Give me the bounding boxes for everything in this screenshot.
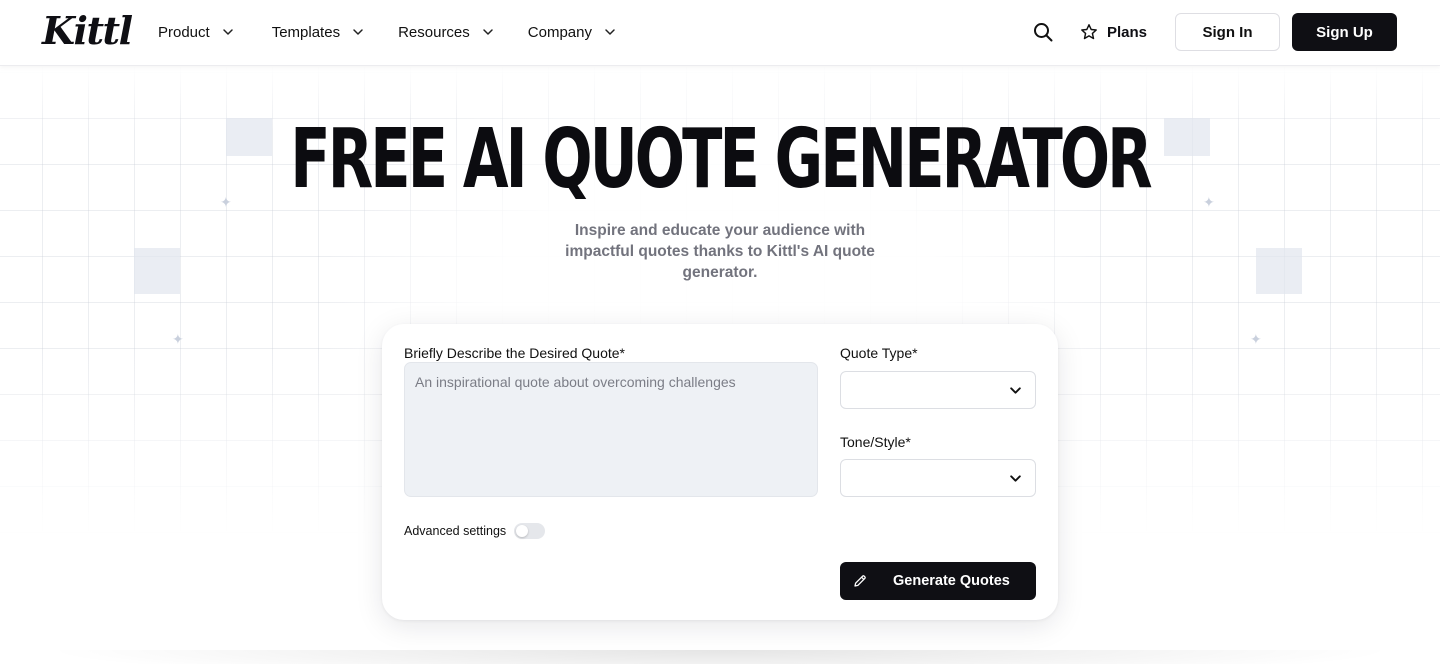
quote-type-select[interactable]: [840, 371, 1036, 409]
nav-item-resources[interactable]: Resources: [398, 24, 494, 41]
header-actions: Plans Sign In Sign Up: [1032, 12, 1397, 52]
chevron-down-icon: [483, 29, 493, 35]
page-title: FREE AI QUOTE GENERATOR: [290, 112, 1152, 207]
pencil-icon: [854, 575, 866, 587]
site-header: Kittl Product Templates Resources Compan…: [0, 0, 1440, 66]
nav-item-product[interactable]: Product: [158, 24, 234, 41]
tone-style-select[interactable]: [840, 459, 1036, 497]
chevron-down-icon: [353, 29, 363, 35]
description-label: Briefly Describe the Desired Quote*: [404, 345, 625, 361]
nav-item-label: Company: [527, 23, 592, 41]
chevron-down-icon: [605, 29, 615, 35]
advanced-settings: Advanced settings: [404, 523, 546, 539]
plans-label: Plans: [1106, 23, 1147, 41]
nav-item-label: Resources: [398, 23, 470, 41]
nav-item-templates[interactable]: Templates: [272, 24, 364, 41]
sparkle-icon: ✦: [1250, 331, 1262, 347]
star-icon: [1081, 24, 1097, 40]
description-input[interactable]: [404, 362, 818, 497]
chevron-down-icon: [1010, 475, 1021, 482]
search-icon[interactable]: [1032, 21, 1054, 43]
advanced-settings-label: Advanced settings: [404, 524, 507, 538]
quote-type-label: Quote Type*: [840, 345, 918, 361]
chevron-down-icon: [1010, 387, 1021, 394]
quote-generator-form: Briefly Describe the Desired Quote* Quot…: [382, 324, 1058, 620]
sign-up-button[interactable]: Sign Up: [1292, 13, 1397, 51]
kittl-logo[interactable]: Kittl: [42, 8, 133, 53]
toggle-knob: [516, 525, 529, 537]
nav-item-company[interactable]: Company: [528, 24, 616, 41]
chevron-down-icon: [222, 29, 233, 35]
sign-in-button[interactable]: Sign In: [1175, 13, 1280, 51]
sparkle-icon: ✦: [172, 331, 184, 347]
nav-item-label: Product: [158, 23, 210, 41]
tone-style-label: Tone/Style*: [840, 434, 911, 450]
main-nav: Product Templates Resources Company: [158, 0, 650, 64]
advanced-settings-toggle[interactable]: [514, 523, 546, 539]
section-divider-shadow: [40, 650, 1400, 664]
hero-subtitle: Inspire and educate your audience with i…: [565, 222, 875, 281]
plans-link[interactable]: Plans: [1080, 23, 1147, 41]
generate-quotes-button[interactable]: Generate Quotes: [840, 562, 1036, 600]
nav-item-label: Templates: [271, 23, 341, 41]
grid-tile: [134, 248, 180, 294]
grid-tile: [1256, 248, 1302, 294]
generate-quotes-label: Generate Quotes: [893, 573, 1010, 589]
